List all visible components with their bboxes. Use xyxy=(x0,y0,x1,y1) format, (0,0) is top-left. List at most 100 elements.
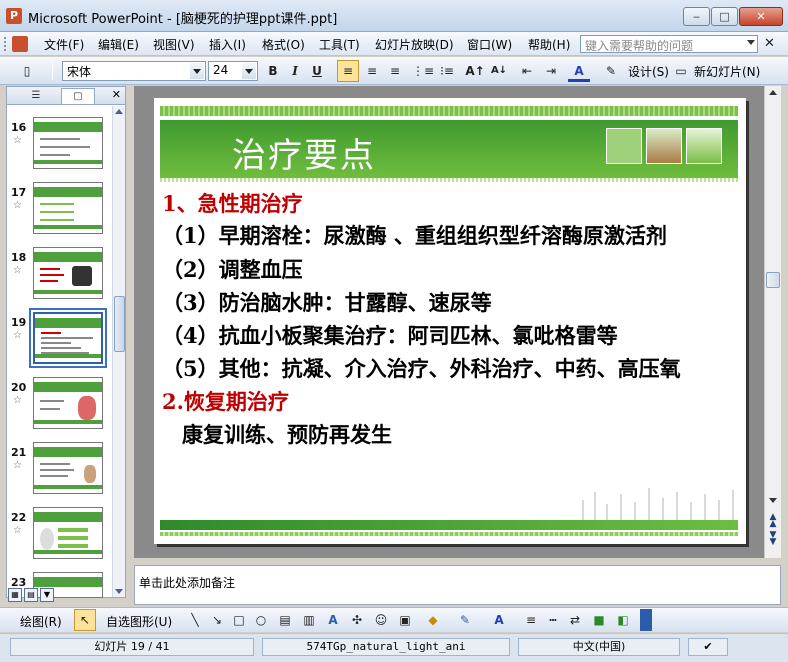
slide-thumbnail[interactable]: 20 ☆ xyxy=(7,375,111,435)
slide-thumbnail[interactable]: 16 ☆ xyxy=(7,115,111,175)
panel-close-icon[interactable]: ✕ xyxy=(112,88,121,101)
toolbar-grip[interactable] xyxy=(4,37,7,51)
document-icon[interactable] xyxy=(12,36,28,52)
decrease-indent-icon[interactable]: ⇤ xyxy=(516,60,538,82)
menu-tools[interactable]: 工具(T) xyxy=(315,36,364,53)
animation-star-icon: ☆ xyxy=(13,460,22,471)
menu-slideshow[interactable]: 幻灯片放映(D) xyxy=(371,36,458,53)
scroll-down-icon[interactable] xyxy=(769,498,777,503)
scrollbar-thumb[interactable] xyxy=(114,296,125,352)
panel-scrollbar[interactable] xyxy=(112,106,125,597)
bullet-list-icon[interactable]: ⁝≡ xyxy=(436,60,458,82)
body-line[interactable]: （2）调整血压 xyxy=(162,254,303,284)
body-line[interactable]: （5）其他：抗凝、介入治疗、外科治疗、中药、高压氧 xyxy=(162,353,681,383)
font-name-select[interactable]: 宋体 xyxy=(62,61,206,81)
decrease-font-icon[interactable]: A↓ xyxy=(488,60,510,82)
normal-view-icon[interactable]: ▦ xyxy=(8,588,22,602)
new-slide-icon[interactable]: ▭ xyxy=(674,60,688,82)
menu-insert[interactable]: 插入(I) xyxy=(205,36,250,53)
spellcheck-icon[interactable]: ✔ xyxy=(688,638,728,656)
toolbar-options-icon[interactable] xyxy=(640,609,652,631)
tab-outline[interactable]: ☰ xyxy=(19,88,53,104)
vertical-textbox-icon[interactable]: ▥ xyxy=(298,609,320,631)
chevron-down-icon[interactable] xyxy=(242,63,256,79)
chevron-down-icon[interactable] xyxy=(190,63,204,79)
numbered-list-icon[interactable]: ⋮≡ xyxy=(412,60,434,82)
font-size-select[interactable]: 24 xyxy=(208,61,258,81)
fill-color-icon[interactable]: ◆ xyxy=(422,609,444,631)
design-icon[interactable]: ✎ xyxy=(604,60,618,82)
scrollbar-thumb[interactable] xyxy=(766,272,780,288)
slide-sorter-icon[interactable]: ▤ xyxy=(24,588,38,602)
rectangle-icon[interactable]: □ xyxy=(228,609,250,631)
line-color-icon[interactable]: ✎ xyxy=(454,609,476,631)
diagram-icon[interactable]: ✣ xyxy=(346,609,368,631)
align-center-icon[interactable]: ≡ xyxy=(361,60,383,82)
notes-pane[interactable]: 单击此处添加备注 xyxy=(134,565,781,605)
scroll-down-icon[interactable] xyxy=(115,589,123,594)
body-line[interactable]: （1）早期溶栓：尿激酶 、重组组织型纤溶酶原激活剂 xyxy=(162,220,667,250)
align-right-icon[interactable]: ≡ xyxy=(384,60,406,82)
slide-thumbnail-selected[interactable]: 19 ☆ xyxy=(7,308,111,370)
menu-help[interactable]: 帮助(H) xyxy=(524,36,574,53)
3d-style-icon[interactable]: ◧ xyxy=(612,609,634,631)
maximize-button[interactable]: □ xyxy=(711,7,738,26)
scroll-up-icon[interactable] xyxy=(769,90,777,95)
new-slide-button[interactable]: 新幻灯片(N) xyxy=(694,63,760,80)
shadow-style-icon[interactable]: ■ xyxy=(588,609,610,631)
menu-window[interactable]: 窗口(W) xyxy=(463,36,516,53)
slide-thumbnail[interactable]: 22 ☆ xyxy=(7,505,111,565)
menu-edit[interactable]: 编辑(E) xyxy=(94,36,143,53)
textbox-icon[interactable]: ▤ xyxy=(274,609,296,631)
menu-format[interactable]: 格式(O) xyxy=(258,36,309,53)
next-slide-icon[interactable]: ▼ ▼ xyxy=(767,531,779,547)
body-line[interactable]: 康复训练、预防再发生 xyxy=(182,419,392,449)
scroll-up-icon[interactable] xyxy=(115,109,123,114)
seedling-image xyxy=(646,128,682,164)
picture-icon[interactable]: ▣ xyxy=(394,609,416,631)
heading-acute-treatment[interactable]: 1、急性期治疗 xyxy=(162,188,303,218)
draw-menu-button[interactable]: 绘图(R) xyxy=(20,613,62,630)
select-pointer-icon[interactable]: ↖ xyxy=(74,609,96,631)
arrow-style-icon[interactable]: ⇄ xyxy=(564,609,586,631)
wordart-icon[interactable]: A xyxy=(322,609,344,631)
align-left-icon[interactable]: ≡ xyxy=(337,60,359,82)
design-button[interactable]: 设计(S) xyxy=(628,63,669,80)
underline-button[interactable]: U xyxy=(306,60,328,82)
heading-recovery-treatment[interactable]: 2.恢复期治疗 xyxy=(162,386,289,416)
slideshow-icon[interactable]: ▼ xyxy=(40,588,54,602)
bold-button[interactable]: B xyxy=(262,60,284,82)
body-line[interactable]: （4）抗血小板聚集治疗：阿司匹林、氯吡格雷等 xyxy=(162,320,618,350)
italic-button[interactable]: I xyxy=(284,60,306,82)
slide-thumbnail[interactable]: 17 ☆ xyxy=(7,180,111,240)
oval-icon[interactable]: ○ xyxy=(250,609,272,631)
language-indicator[interactable]: 中文(中国) xyxy=(518,638,680,656)
slide-thumbnail[interactable]: 18 ☆ xyxy=(7,245,111,305)
chevron-down-icon[interactable] xyxy=(747,40,755,45)
autoshapes-menu-button[interactable]: 自选图形(U) xyxy=(106,613,172,630)
new-document-icon[interactable]: ▯ xyxy=(16,60,38,82)
body-line[interactable]: （3）防治脑水肿：甘露醇、速尿等 xyxy=(162,287,492,317)
increase-indent-icon[interactable]: ⇥ xyxy=(540,60,562,82)
clipart-icon[interactable]: ☺ xyxy=(370,609,392,631)
close-button[interactable]: ✕ xyxy=(739,7,783,26)
arrow-icon[interactable]: ↘ xyxy=(206,609,228,631)
help-search-input[interactable]: 键入需要帮助的问题 xyxy=(580,35,758,53)
menu-file[interactable]: 文件(F) xyxy=(40,36,88,53)
tab-slides[interactable]: ▢ xyxy=(61,88,95,104)
font-color-icon[interactable]: A xyxy=(488,609,510,631)
slide-thumbnail[interactable]: 21 ☆ xyxy=(7,440,111,500)
line-icon[interactable]: ╲ xyxy=(184,609,206,631)
minimize-button[interactable]: ‒ xyxy=(683,7,710,26)
close-document-button[interactable]: ✕ xyxy=(764,36,775,51)
slide-canvas[interactable]: 治疗要点 1、急性期治疗 （1）早期溶栓：尿激酶 、重组组织型纤溶酶原激活剂 （… xyxy=(154,98,746,544)
dash-style-icon[interactable]: ┅ xyxy=(542,609,564,631)
decorative-stripe xyxy=(160,106,738,116)
previous-slide-icon[interactable]: ▲ ▲ xyxy=(767,513,779,529)
menu-view[interactable]: 视图(V) xyxy=(149,36,199,53)
slide-scrollbar[interactable]: ▲ ▲ ▼ ▼ xyxy=(764,86,781,558)
increase-font-icon[interactable]: A↑ xyxy=(464,60,486,82)
font-color-icon[interactable]: A xyxy=(568,60,590,82)
slide-title[interactable]: 治疗要点 xyxy=(232,128,376,177)
line-style-icon[interactable]: ≡ xyxy=(520,609,542,631)
